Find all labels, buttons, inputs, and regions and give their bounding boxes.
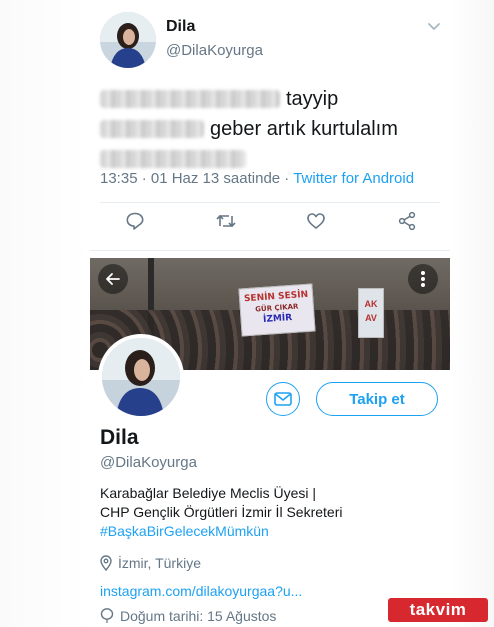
author-name[interactable]: Dila (166, 18, 195, 36)
arrow-left-icon (106, 273, 120, 285)
retweet-button[interactable] (215, 210, 237, 232)
divider (90, 250, 450, 251)
more-vertical-icon (421, 271, 425, 287)
blurred-text (100, 120, 204, 138)
tweet-text-visible-1: tayyip (286, 88, 339, 110)
envelope-icon (274, 392, 292, 406)
like-icon (307, 213, 326, 229)
author-avatar[interactable] (100, 12, 156, 68)
profile-handle: @DilaKoyurga (100, 454, 197, 471)
tweet-line-2: geber artık kurtulalım (100, 114, 440, 144)
like-button[interactable] (305, 210, 327, 232)
share-button[interactable] (396, 210, 418, 232)
left-margin (0, 0, 88, 627)
banner-protest-sign: SENİN SESİN GÜR ÇIKAR İZMİR (238, 283, 316, 337)
bio-hashtag-link[interactable]: #BaşkaBirGelecekMümkün (100, 522, 430, 541)
profile-website-link[interactable]: instagram.com/dilakoyurgaa?u... (100, 583, 302, 599)
sign2-text-2: AV (365, 313, 377, 323)
tweet-body: tayyip geber artık kurtulalım (100, 84, 440, 174)
tweet-card[interactable]: Dila @DilaKoyurga tayyip geber artık kur… (90, 0, 450, 250)
back-button[interactable] (98, 264, 128, 294)
author-handle[interactable]: @DilaKoyurga (166, 42, 263, 59)
takvim-watermark-logo: takvim (388, 598, 488, 622)
message-button[interactable] (266, 382, 300, 416)
retweet-icon (216, 214, 236, 228)
share-icon (398, 211, 416, 231)
tweet-line-1: tayyip (100, 84, 440, 114)
reply-icon (126, 212, 144, 230)
person-photo-icon (100, 12, 156, 68)
more-options-button[interactable] (408, 264, 438, 294)
bio-line-1: Karabağlar Belediye Meclis Üyesi | (100, 485, 317, 501)
tweet-timestamp: 13:35 · 01 Haz 13 saatinde · (100, 170, 294, 187)
bio-line-2: CHP Gençlik Örgütleri İzmir İl Sekreteri (100, 504, 343, 520)
blurred-text (100, 90, 280, 108)
balloon-icon (100, 608, 114, 623)
profile-location: İzmir, Türkiye (100, 555, 201, 571)
tweet-text-visible-2: geber artık kurtulalım (210, 118, 398, 140)
divider (100, 202, 440, 203)
right-margin (450, 0, 494, 627)
sign2-text-1: AK (364, 299, 378, 309)
tweet-source-link[interactable]: Twitter for Android (293, 170, 414, 187)
chevron-down-icon[interactable] (426, 18, 442, 34)
screenshot-page: Dila @DilaKoyurga tayyip geber artık kur… (0, 0, 494, 627)
location-text: İzmir, Türkiye (118, 555, 201, 571)
profile-name: Dila (100, 426, 139, 449)
blurred-text (100, 150, 246, 168)
person-photo-icon (102, 338, 180, 416)
follow-button[interactable]: Takip et (316, 382, 438, 416)
tweet-actions (100, 210, 440, 240)
location-pin-icon (100, 555, 112, 571)
birthday-text: Doğum tarihi: 15 Ağustos (120, 608, 277, 624)
profile-birthday: Doğum tarihi: 15 Ağustos (100, 608, 276, 624)
reply-button[interactable] (124, 210, 146, 232)
tweet-meta: 13:35 · 01 Haz 13 saatinde · Twitter for… (100, 170, 414, 187)
profile-avatar[interactable] (98, 334, 184, 420)
profile-bio: Karabağlar Belediye Meclis Üyesi | CHP G… (100, 484, 430, 541)
banner-protest-sign-2: AK AV (358, 288, 384, 338)
